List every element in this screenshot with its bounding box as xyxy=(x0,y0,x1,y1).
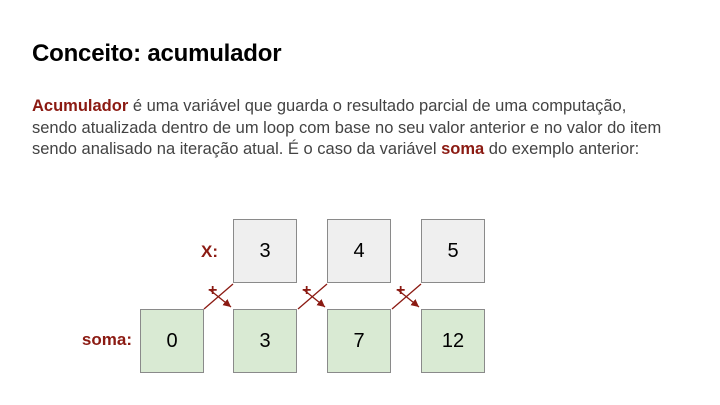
plus-sign: + xyxy=(396,282,406,299)
plus-sign: + xyxy=(208,282,218,299)
accumulation-arrows xyxy=(203,283,422,310)
plus-sign: + xyxy=(302,282,312,299)
